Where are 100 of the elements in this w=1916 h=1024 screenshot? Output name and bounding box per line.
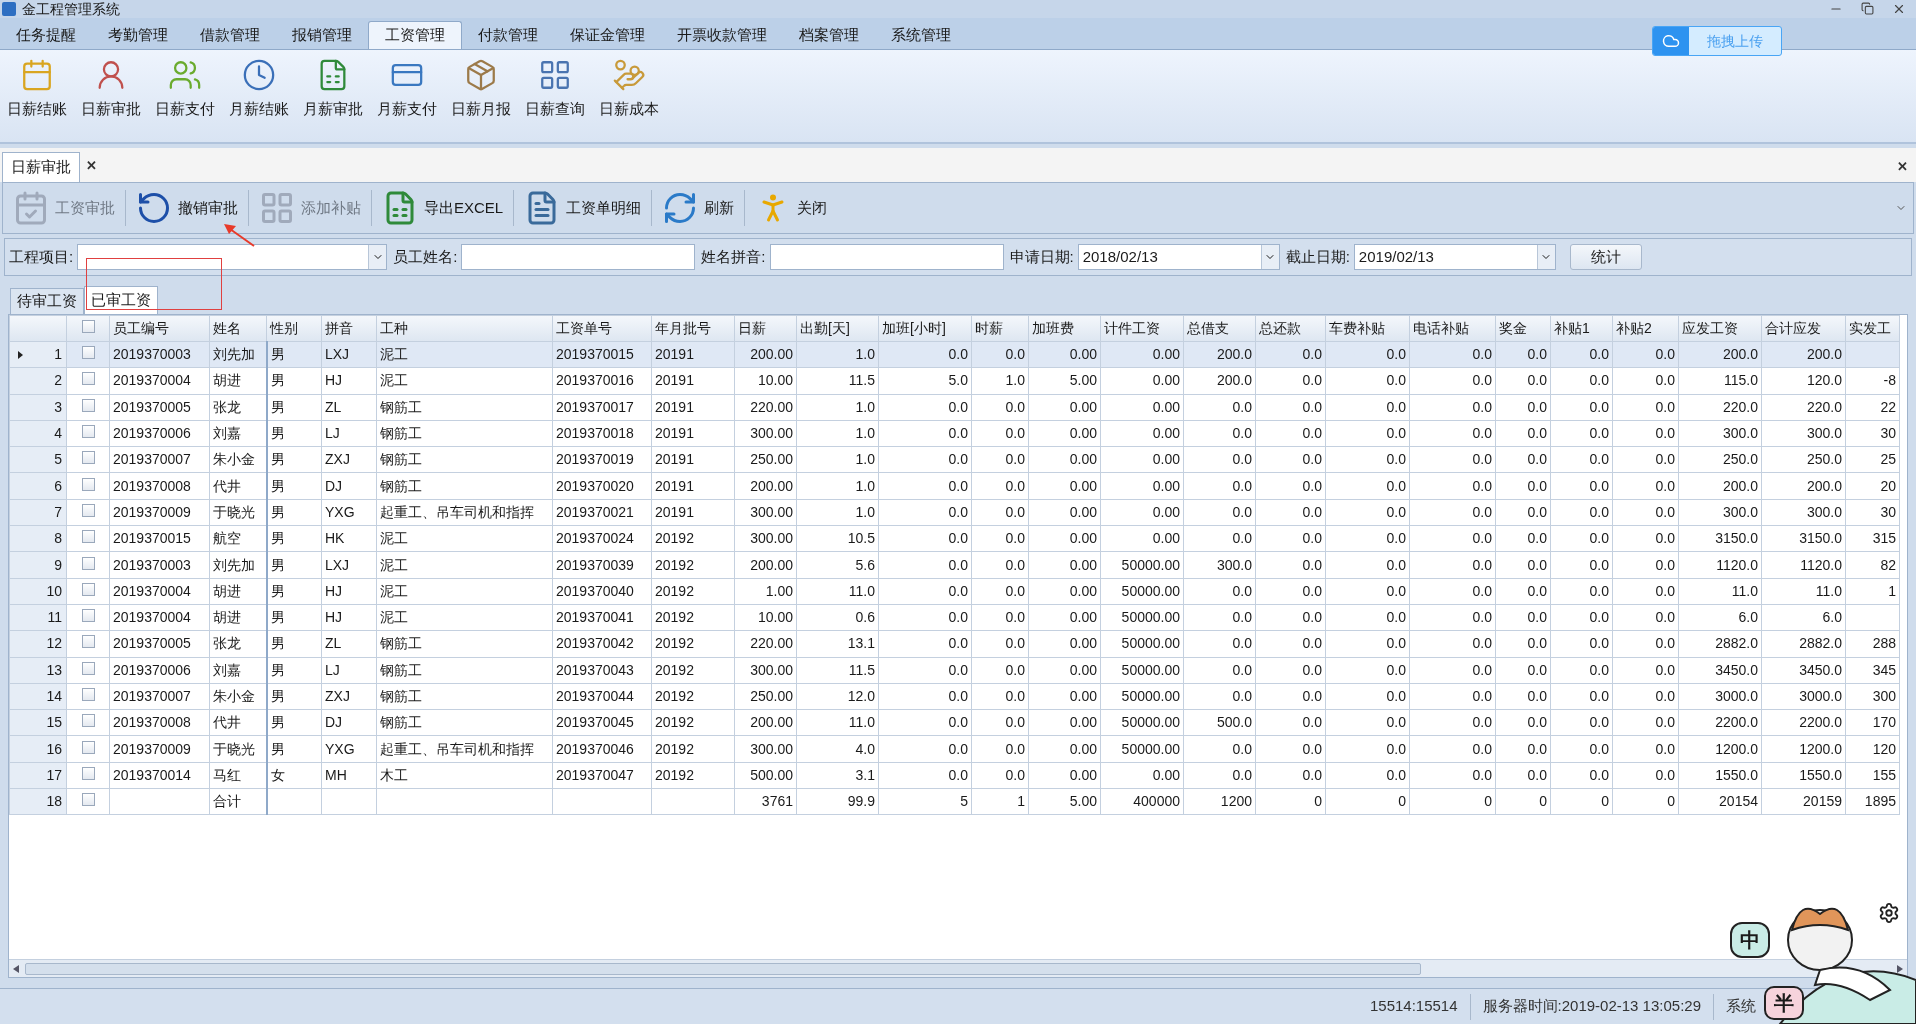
checkbox[interactable] xyxy=(81,556,95,570)
checkbox[interactable] xyxy=(81,451,95,465)
dropdown[interactable] xyxy=(77,244,388,270)
checkbox[interactable] xyxy=(81,425,95,439)
column-header[interactable]: 性别 xyxy=(266,315,322,342)
table-row[interactable]: 4 2019370006 刘嘉 男 LJ 钢筋工 2019370018 20191 300.00 1.0 0.0 0.0 0.00 0.00 0.0 0.0 0.0 0.0 0.0 0.0 0.0 300.0 300.0 30 xyxy=(9,420,1900,447)
ribbon-button[interactable]: 日薪支付 xyxy=(148,58,222,121)
table-row[interactable]: 14 2019370007 朱小金 男 ZXJ 钢筋工 2019370044 20192 250.00 12.0 0.0 0.0 0.00 50000.00 0.0 0.0 0.0 0.0 0.0 0.0 0.0 3000.0 3000.0 300 xyxy=(9,683,1900,710)
column-header[interactable]: 日薪 xyxy=(734,315,797,342)
menu-tab[interactable]: 任务提醒 xyxy=(0,21,92,49)
column-header[interactable]: 工资单号 xyxy=(552,315,652,342)
table-row[interactable]: 13 2019370006 刘嘉 男 LJ 钢筋工 2019370043 20192 300.00 11.5 0.0 0.0 0.00 50000.00 0.0 0.0 0.0 0.0 0.0 0.0 0.0 3450.0 3450.0 345 xyxy=(9,657,1900,684)
column-header[interactable]: 姓名 xyxy=(209,315,267,342)
ribbon-button[interactable]: 日薪审批 xyxy=(74,58,148,121)
ribbon-button[interactable]: 月薪审批 xyxy=(296,58,370,121)
checkbox[interactable] xyxy=(81,320,95,333)
input-field[interactable] xyxy=(769,244,1004,270)
tab[interactable]: 已审工资 xyxy=(84,286,158,314)
input-field[interactable] xyxy=(461,244,696,270)
checkbox[interactable] xyxy=(81,582,95,596)
menu-tab[interactable]: 考勤管理 xyxy=(92,21,184,49)
menu-tab[interactable]: 付款管理 xyxy=(462,21,554,49)
checkbox[interactable] xyxy=(81,503,95,517)
table-row[interactable]: 18 合计 3761 99.9 5 1 5.00 400000 1200 0 0 0 0 0 0 20154 20159 1895 xyxy=(9,788,1900,815)
stat-button[interactable]: 统计 xyxy=(1569,244,1642,270)
column-header[interactable]: 电话补贴 xyxy=(1409,315,1496,342)
restore-icon[interactable] xyxy=(1861,2,1874,15)
checkbox[interactable] xyxy=(81,714,95,728)
table-row[interactable]: 6 2019370008 代井 男 DJ 钢筋工 2019370020 20191 200.00 1.0 0.0 0.0 0.00 0.00 0.0 0.0 0.0 0.0 0.0 0.0 0.0 200.0 200.0 20 xyxy=(9,473,1900,500)
ribbon-button[interactable]: 日薪成本 xyxy=(592,58,666,121)
scroll-right-icon[interactable] xyxy=(1897,964,1903,973)
checkbox[interactable] xyxy=(81,372,95,386)
table-row[interactable]: 16 2019370009 于晓光 男 YXG 起重工、吊车司机和指挥 2019370046 20192 300.00 4.0 0.0 0.0 0.00 50000.00 0.0 0.0 0.0 0.0 0.0 0.0 0.0 1200.0 1200.0 120 xyxy=(9,735,1900,763)
column-header[interactable]: 实发工 xyxy=(1845,315,1900,342)
checkbox[interactable] xyxy=(81,609,95,623)
table-row[interactable]: 7 2019370009 于晓光 男 YXG 起重工、吊车司机和指挥 2019370021 20191 300.00 1.0 0.0 0.0 0.00 0.00 0.0 0.0 0.0 0.0 0.0 0.0 0.0 300.0 300.0 30 xyxy=(9,499,1900,526)
ribbon-button[interactable]: 月薪结账 xyxy=(222,58,296,121)
column-header[interactable]: 总借支 xyxy=(1183,315,1256,342)
toolbar-button[interactable]: 关闭 xyxy=(751,186,832,230)
horizontal-scrollbar[interactable] xyxy=(9,959,1907,977)
column-header[interactable]: 计件工资 xyxy=(1100,315,1184,342)
table-row[interactable]: 17 2019370014 马红 女 MH 木工 2019370047 20192 500.00 3.1 0.0 0.0 0.00 0.00 0.0 0.0 0.0 0.0 0.0 0.0 0.0 1550.0 1550.0 155 xyxy=(9,762,1900,789)
column-header[interactable]: 加班费 xyxy=(1028,315,1101,342)
table-row[interactable]: 8 2019370015 航空 男 HK 泥工 2019370024 20192 300.00 10.5 0.0 0.0 0.00 0.00 0.0 0.0 0.0 0.0 0.0 0.0 0.0 3150.0 3150.0 315 xyxy=(9,525,1900,552)
panel-close-icon[interactable]: ✕ xyxy=(1897,156,1908,176)
checkbox[interactable] xyxy=(81,766,95,780)
menu-tab[interactable]: 报销管理 xyxy=(276,21,368,49)
column-header[interactable]: 加班[小时] xyxy=(878,315,972,342)
table-row[interactable]: 9 2019370003 刘先加 男 LXJ 泥工 2019370039 20192 200.00 5.6 0.0 0.0 0.00 50000.00 300.0 0.0 0.0 0.0 0.0 0.0 0.0 1120.0 1120.0 82 xyxy=(9,551,1900,579)
table-row[interactable]: 2 2019370004 胡进 男 HJ 泥工 2019370016 20191 10.00 11.5 5.0 1.0 5.00 0.00 200.0 0.0 0.0 0.0 0.0 0.0 0.0 115.0 120.0 -8 xyxy=(9,367,1900,395)
checkbox[interactable] xyxy=(81,740,95,754)
checkbox[interactable] xyxy=(81,346,95,360)
tab[interactable]: 待审工资 xyxy=(10,288,84,314)
toolbar-button[interactable]: 刷新 xyxy=(658,186,739,230)
menu-tab[interactable]: 档案管理 xyxy=(783,21,875,49)
column-header[interactable]: 合计应发 xyxy=(1761,315,1846,342)
table-row[interactable]: 11 2019370004 胡进 男 HJ 泥工 2019370041 20192 10.00 0.6 0.0 0.0 0.00 50000.00 0.0 0.0 0.0 0.0 0.0 0.0 0.0 6.0 6.0 xyxy=(9,604,1900,631)
date-picker[interactable]: 2019/02/13 xyxy=(1353,244,1556,270)
column-header[interactable]: 补贴2 xyxy=(1612,315,1679,342)
checkbox[interactable] xyxy=(81,793,95,807)
ribbon-button[interactable]: 日薪月报 xyxy=(444,58,518,121)
menu-tab[interactable]: 系统管理 xyxy=(875,21,967,49)
column-header[interactable]: 补贴1 xyxy=(1550,315,1613,342)
settings-icon[interactable] xyxy=(1878,902,1900,924)
date-picker[interactable]: 2018/02/13 xyxy=(1077,244,1280,270)
close-icon[interactable] xyxy=(1892,2,1906,16)
menu-tab[interactable]: 开票收款管理 xyxy=(661,21,783,49)
table-row[interactable]: 5 2019370007 朱小金 男 ZXJ 钢筋工 2019370019 20191 250.00 1.0 0.0 0.0 0.00 0.00 0.0 0.0 0.0 0.0 0.0 0.0 0.0 250.0 250.0 25 xyxy=(9,446,1900,473)
checkbox[interactable] xyxy=(81,635,95,649)
ime-mode-button[interactable]: 中 xyxy=(1730,922,1770,958)
ime-width-button[interactable]: 半 xyxy=(1764,986,1804,1020)
checkbox[interactable] xyxy=(81,398,95,412)
checkbox[interactable] xyxy=(81,661,95,675)
column-header[interactable]: 应发工资 xyxy=(1678,315,1762,342)
document-tab[interactable]: 日薪审批 xyxy=(2,152,80,182)
column-header[interactable]: 年月批号 xyxy=(651,315,735,342)
column-header[interactable]: 总还款 xyxy=(1255,315,1326,342)
column-header[interactable]: 出勤[天] xyxy=(796,315,879,342)
scroll-left-icon[interactable] xyxy=(13,964,19,973)
column-header[interactable]: 奖金 xyxy=(1495,315,1551,342)
checkbox[interactable] xyxy=(81,530,95,544)
menu-tab[interactable]: 工资管理 xyxy=(368,21,462,49)
table-row[interactable]: 15 2019370008 代井 男 DJ 钢筋工 2019370045 20192 200.00 11.0 0.0 0.0 0.00 50000.00 500.0 0.0 0.0 0.0 0.0 0.0 0.0 2200.0 2200.0 170 xyxy=(9,709,1900,736)
toolbar-button[interactable]: 导出EXCEL xyxy=(378,186,508,230)
column-header[interactable]: 时薪 xyxy=(971,315,1029,342)
menu-tab[interactable]: 保证金管理 xyxy=(554,21,661,49)
ribbon-button[interactable]: 月薪支付 xyxy=(370,58,444,121)
column-header[interactable]: 拼音 xyxy=(321,315,377,342)
toolbar-button[interactable]: 工资单明细 xyxy=(520,186,646,230)
column-header[interactable]: 车费补贴 xyxy=(1325,315,1410,342)
table-row[interactable]: 1 2019370003 刘先加 男 LXJ 泥工 2019370015 20191 200.00 1.0 0.0 0.0 0.00 0.00 200.0 0.0 0.0 0.0 0.0 0.0 0.0 200.0 200.0 xyxy=(9,341,1900,368)
menu-tab[interactable]: 借款管理 xyxy=(184,21,276,49)
column-header[interactable]: 员工编号 xyxy=(109,315,210,342)
ribbon-button[interactable]: 日薪结账 xyxy=(0,58,74,121)
column-header[interactable]: 工种 xyxy=(376,315,553,342)
table-row[interactable]: 10 2019370004 胡进 男 HJ 泥工 2019370040 20192 1.00 11.0 0.0 0.0 0.00 50000.00 0.0 0.0 0.0 0.0 0.0 0.0 0.0 11.0 11.0 1 xyxy=(9,578,1900,605)
ribbon-button[interactable]: 日薪查询 xyxy=(518,58,592,121)
toolbar-button[interactable]: 撤销审批 xyxy=(132,186,242,230)
tab-close-icon[interactable]: ✕ xyxy=(86,156,97,176)
table-row[interactable]: 12 2019370005 张龙 男 ZL 钢筋工 2019370042 20192 220.00 13.1 0.0 0.0 0.00 50000.00 0.0 0.0 0.0 0.0 0.0 0.0 0.0 2882.0 2882.0 288 xyxy=(9,630,1900,658)
